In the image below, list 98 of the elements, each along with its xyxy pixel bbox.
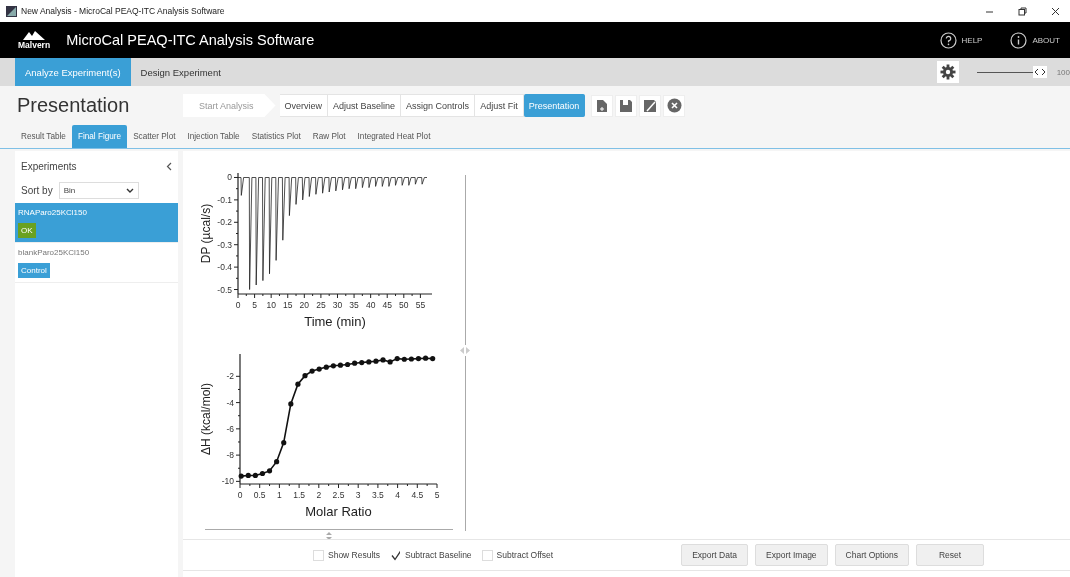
tick-label: -0.4 bbox=[217, 262, 232, 273]
mountain-logo-icon bbox=[23, 30, 46, 40]
tick-label: -0.3 bbox=[217, 239, 232, 250]
close-analysis-button[interactable] bbox=[663, 94, 686, 117]
tick-label: 40 bbox=[365, 300, 376, 310]
floppy-pencil-icon bbox=[643, 98, 658, 113]
header-link[interactable]: ABOUT bbox=[1010, 31, 1060, 49]
tick-label: 5 bbox=[252, 300, 257, 310]
view-tab[interactable]: Integrated Heat Plot bbox=[351, 125, 437, 148]
tick-label: 0 bbox=[235, 300, 241, 310]
tick-label: 1 bbox=[277, 490, 282, 500]
save-as-button[interactable] bbox=[639, 94, 662, 117]
tick-label: -0.1 bbox=[217, 194, 232, 205]
window-title: New Analysis - MicroCal PEAQ-ITC Analysis Software bbox=[21, 6, 226, 16]
tick-label: 25 bbox=[316, 300, 326, 310]
tick-label: -2 bbox=[226, 371, 234, 382]
experiment-name: blankParo25KCl150 bbox=[18, 248, 90, 257]
step-tab[interactable]: Assign Controls bbox=[401, 94, 476, 117]
tick-label: -0.5 bbox=[217, 284, 232, 295]
action-button[interactable]: Export Image bbox=[755, 544, 828, 566]
save-button[interactable] bbox=[615, 94, 638, 117]
header-link[interactable]: HELP bbox=[939, 31, 983, 49]
data-point bbox=[288, 401, 294, 407]
tick-label: 0 bbox=[237, 490, 243, 500]
tick-label: 2 bbox=[316, 490, 322, 500]
status-tag: Control bbox=[18, 263, 50, 278]
chevron-down-icon bbox=[125, 188, 134, 193]
checkbox[interactable] bbox=[481, 549, 493, 561]
tick-label: 50 bbox=[399, 300, 409, 310]
tick-label: 1.5 bbox=[293, 490, 305, 500]
tick-label: 0 bbox=[227, 172, 232, 183]
zoom-reading: 100 bbox=[1056, 67, 1070, 77]
axis-title: ΔH (kcal/mol) bbox=[199, 383, 213, 455]
action-button[interactable]: Export Data bbox=[681, 544, 749, 566]
step-tab[interactable]: Adjust Baseline bbox=[328, 94, 402, 117]
checkbox-label: Subtract Offset bbox=[496, 550, 554, 560]
axis-title: Time (min) bbox=[304, 314, 366, 329]
sort-dropdown[interactable]: Bin bbox=[58, 182, 139, 199]
experiment-item[interactable]: blankParo25KCl150 Control bbox=[15, 243, 178, 283]
tick-label: 0.5 bbox=[253, 490, 266, 500]
checkbox-label: Show Results bbox=[328, 550, 380, 560]
checkbox-label: Subtract Baseline bbox=[404, 550, 472, 560]
tick-label: 55 bbox=[415, 300, 426, 310]
tick-label: 4.5 bbox=[411, 490, 424, 500]
settings-button[interactable] bbox=[936, 61, 959, 83]
app-icon bbox=[6, 5, 17, 17]
axis-title: DP (µcal/s) bbox=[199, 203, 213, 264]
sort-label: Sort by bbox=[21, 185, 53, 196]
tick-label: 3.5 bbox=[372, 490, 384, 500]
experiment-name: RNAParo25KCl150 bbox=[18, 208, 87, 217]
file-plus-icon bbox=[596, 98, 609, 113]
new-file-button[interactable] bbox=[591, 94, 614, 117]
view-tab[interactable]: Raw Plot bbox=[306, 125, 352, 148]
tick-label: 3 bbox=[355, 490, 361, 500]
help-icon bbox=[939, 31, 957, 49]
close-icon bbox=[666, 98, 682, 113]
step-tab[interactable]: Adjust Fit bbox=[475, 94, 524, 117]
tick-label: 10 bbox=[266, 300, 276, 310]
action-button[interactable]: Reset bbox=[916, 544, 985, 566]
resize-handle-icon[interactable] bbox=[460, 347, 470, 354]
tick-label: -8 bbox=[226, 450, 234, 461]
restore-icon[interactable] bbox=[1018, 6, 1027, 16]
view-tab[interactable]: Result Table bbox=[15, 125, 72, 148]
panel-title: Experiments bbox=[21, 161, 77, 172]
data-point bbox=[274, 459, 280, 465]
logo-text: Malvern bbox=[18, 39, 51, 50]
tick-label: 35 bbox=[349, 300, 359, 310]
tick-label: -4 bbox=[226, 397, 234, 408]
tick-label: 15 bbox=[283, 300, 293, 310]
tick-label: -10 bbox=[221, 476, 234, 487]
page-title: Presentation bbox=[17, 94, 131, 117]
tick-label: 2.5 bbox=[332, 490, 345, 500]
tick-label: 20 bbox=[299, 300, 310, 310]
view-tab[interactable]: Statistics Plot bbox=[245, 125, 307, 148]
data-point bbox=[281, 440, 287, 446]
nav-tab[interactable]: Design Experiment bbox=[130, 58, 231, 86]
checkbox[interactable] bbox=[313, 549, 324, 561]
tick-label: 30 bbox=[332, 300, 343, 310]
close-icon[interactable] bbox=[1051, 6, 1060, 16]
axis-title: Molar Ratio bbox=[305, 504, 372, 519]
tick-label: -6 bbox=[226, 423, 234, 434]
settings-icon bbox=[939, 64, 956, 80]
step-tab[interactable]: Overview bbox=[279, 94, 329, 117]
collapse-chevron-icon[interactable] bbox=[166, 162, 172, 171]
view-tab[interactable]: Injection Table bbox=[181, 125, 246, 148]
status-tag: OK bbox=[18, 223, 36, 238]
info-icon bbox=[1010, 31, 1028, 49]
view-tab[interactable]: Scatter Plot bbox=[127, 125, 182, 148]
tick-label: -0.2 bbox=[217, 217, 232, 228]
app-title: MicroCal PEAQ-ITC Analysis Software bbox=[66, 32, 316, 48]
resize-handle-icon[interactable] bbox=[326, 532, 332, 540]
tick-label: 45 bbox=[382, 300, 392, 310]
action-button[interactable]: Chart Options bbox=[834, 544, 910, 566]
tick-label: 5 bbox=[434, 490, 440, 500]
data-point bbox=[295, 381, 301, 387]
slider-thumb[interactable] bbox=[1032, 66, 1047, 78]
tick-label: 4 bbox=[395, 490, 400, 500]
checkbox[interactable] bbox=[389, 549, 401, 561]
